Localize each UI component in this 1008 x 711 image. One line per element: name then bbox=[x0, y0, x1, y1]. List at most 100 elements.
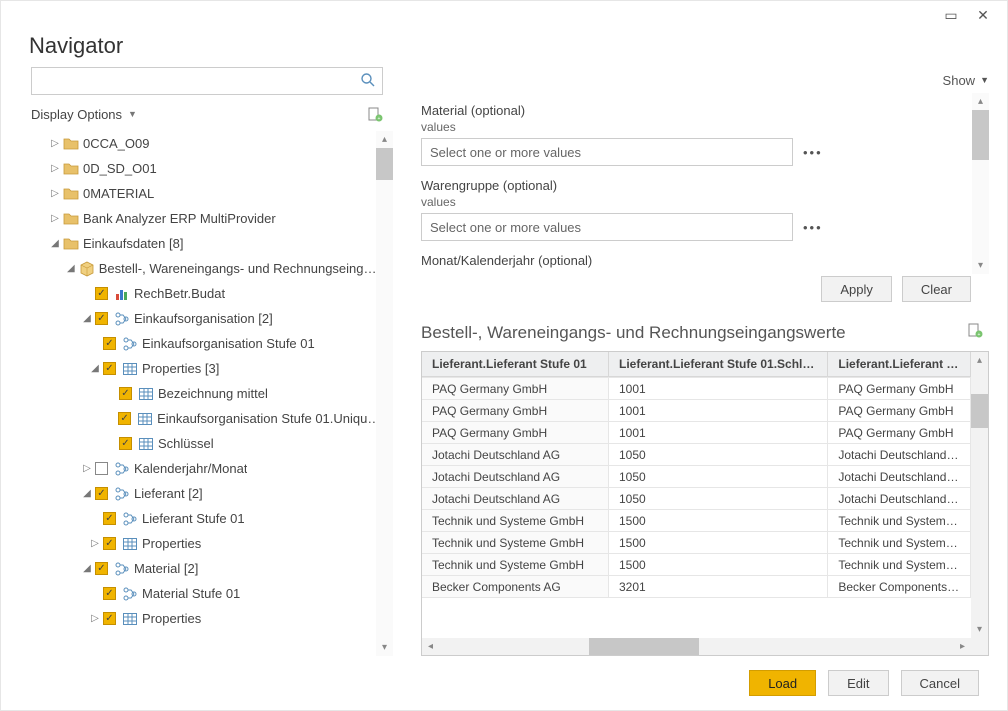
checkbox-icon[interactable]: ✓ bbox=[95, 312, 108, 325]
table-row[interactable]: PAQ Germany GmbH1001PAQ Germany GmbH bbox=[422, 400, 971, 422]
param-value-input[interactable]: Select one or more values bbox=[421, 138, 793, 166]
expand-icon[interactable]: ◢ bbox=[89, 363, 101, 374]
scroll-down-icon[interactable]: ▾ bbox=[376, 639, 393, 656]
tree-item[interactable]: ✓Schlüssel bbox=[31, 431, 383, 456]
checkbox-icon[interactable]: ✓ bbox=[103, 587, 116, 600]
table-row[interactable]: PAQ Germany GmbH1001PAQ Germany GmbH bbox=[422, 422, 971, 444]
tree-item[interactable]: ◢✓Material [2] bbox=[31, 556, 383, 581]
table-row[interactable]: Technik und Systeme GmbH1500Technik und … bbox=[422, 510, 971, 532]
tree-item[interactable]: ▷0D_SD_O01 bbox=[31, 156, 383, 181]
scroll-right-icon[interactable]: ▸ bbox=[954, 638, 971, 655]
tree-item[interactable]: ▷0MATERIAL bbox=[31, 181, 383, 206]
checkbox-icon[interactable]: ✓ bbox=[103, 512, 116, 525]
cancel-button[interactable]: Cancel bbox=[901, 670, 979, 696]
table-row[interactable]: Jotachi Deutschland AG1050Jotachi Deutsc… bbox=[422, 444, 971, 466]
checkbox-icon[interactable]: ✓ bbox=[103, 537, 116, 550]
object-tree[interactable]: ▷0CCA_O09▷0D_SD_O01▷0MATERIAL▷Bank Analy… bbox=[31, 131, 383, 631]
table-row[interactable]: Jotachi Deutschland AG1050Jotachi Deutsc… bbox=[422, 488, 971, 510]
scroll-thumb[interactable] bbox=[971, 394, 988, 428]
tree-item-label: Bezeichnung mittel bbox=[158, 386, 268, 401]
tree-item-label: Material Stufe 01 bbox=[142, 586, 240, 601]
tree-item[interactable]: ▷Kalenderjahr/Monat bbox=[31, 456, 383, 481]
table-row[interactable]: Technik und Systeme GmbH1500Technik und … bbox=[422, 554, 971, 576]
tree-item[interactable]: ▷✓Properties bbox=[31, 606, 383, 631]
tree-item[interactable]: ▷0CCA_O09 bbox=[31, 131, 383, 156]
tree-item[interactable]: ◢✓Einkaufsorganisation [2] bbox=[31, 306, 383, 331]
load-button[interactable]: Load bbox=[749, 670, 816, 696]
tree-item[interactable]: ✓ RechBetr.Budat bbox=[31, 281, 383, 306]
tree-item[interactable]: ▷ Bank Analyzer ERP MultiProvider bbox=[31, 206, 383, 231]
checkbox-icon[interactable]: ✓ bbox=[95, 487, 108, 500]
tree-item[interactable]: ▷✓Properties bbox=[31, 531, 383, 556]
expand-icon[interactable]: ▷ bbox=[49, 163, 61, 174]
apply-button[interactable]: Apply bbox=[821, 276, 892, 302]
new-query-icon[interactable]: + bbox=[367, 106, 383, 122]
scroll-left-icon[interactable]: ◂ bbox=[422, 638, 439, 655]
checkbox-icon[interactable]: ✓ bbox=[95, 562, 108, 575]
column-header[interactable]: Lieferant.Lieferant Stufe 01. bbox=[828, 352, 971, 376]
expand-icon[interactable]: ▷ bbox=[49, 138, 61, 149]
table-row[interactable]: PAQ Germany GmbH1001PAQ Germany GmbH bbox=[422, 378, 971, 400]
display-options-dropdown[interactable]: Display Options ▼ bbox=[31, 107, 137, 122]
expand-icon[interactable]: ▷ bbox=[49, 213, 61, 224]
table-row[interactable]: Technik und Systeme GmbH1500Technik und … bbox=[422, 532, 971, 554]
show-label: Show bbox=[943, 73, 976, 88]
expand-icon[interactable]: ◢ bbox=[81, 313, 93, 324]
scroll-thumb[interactable] bbox=[972, 110, 989, 160]
tree-item[interactable]: ✓Einkaufsorganisation Stufe 01.UniqueNa.… bbox=[31, 406, 383, 431]
scroll-thumb[interactable] bbox=[376, 148, 393, 180]
table-hscrollbar[interactable]: ◂ ▸ bbox=[422, 638, 971, 655]
expand-icon[interactable]: ◢ bbox=[49, 238, 61, 249]
tree-item[interactable]: ✓Einkaufsorganisation Stufe 01 bbox=[31, 331, 383, 356]
tree-item[interactable]: ◢✓Properties [3] bbox=[31, 356, 383, 381]
tree-item[interactable]: ✓ Material Stufe 01 bbox=[31, 581, 383, 606]
table-row[interactable]: Becker Components AG3201Becker Component… bbox=[422, 576, 971, 598]
window-close-button[interactable]: ✕ bbox=[967, 3, 999, 27]
tree-item[interactable]: ◢✓Lieferant [2] bbox=[31, 481, 383, 506]
table-row[interactable]: Jotachi Deutschland AG1050Jotachi Deutsc… bbox=[422, 466, 971, 488]
checkbox-icon[interactable] bbox=[95, 462, 108, 475]
expand-icon[interactable]: ▷ bbox=[89, 538, 101, 549]
folder-icon bbox=[63, 186, 79, 202]
tree-item[interactable]: ◢Bestell-, Wareneingangs- und Rechnungse… bbox=[31, 256, 383, 281]
ellipsis-button[interactable]: ••• bbox=[803, 145, 823, 160]
expand-icon[interactable]: ◢ bbox=[81, 488, 93, 499]
show-dropdown[interactable]: Show ▼ bbox=[943, 73, 989, 88]
window-restore-button[interactable]: ▭ bbox=[935, 3, 967, 27]
tree-item[interactable]: ✓ Bezeichnung mittel bbox=[31, 381, 383, 406]
clear-button[interactable]: Clear bbox=[902, 276, 971, 302]
checkbox-icon[interactable]: ✓ bbox=[95, 287, 108, 300]
scroll-up-icon[interactable]: ▴ bbox=[376, 131, 393, 148]
checkbox-icon[interactable]: ✓ bbox=[103, 362, 116, 375]
expand-icon[interactable]: ◢ bbox=[81, 563, 93, 574]
tree-item[interactable]: ✓Lieferant Stufe 01 bbox=[31, 506, 383, 531]
checkbox-icon[interactable]: ✓ bbox=[119, 387, 132, 400]
tree-item-label: RechBetr.Budat bbox=[134, 286, 225, 301]
expand-icon[interactable]: ▷ bbox=[81, 463, 93, 474]
search-input-container[interactable] bbox=[31, 67, 383, 95]
scroll-up-icon[interactable]: ▴ bbox=[972, 93, 989, 110]
scroll-down-icon[interactable]: ▾ bbox=[972, 257, 989, 274]
add-query-icon[interactable]: + bbox=[967, 322, 983, 343]
tree-item[interactable]: ◢Einkaufsdaten [8] bbox=[31, 231, 383, 256]
table-vscrollbar[interactable]: ▴ ▾ bbox=[971, 352, 988, 638]
checkbox-icon[interactable]: ✓ bbox=[103, 612, 116, 625]
checkbox-icon[interactable]: ✓ bbox=[103, 337, 116, 350]
column-header[interactable]: Lieferant.Lieferant Stufe 01 bbox=[422, 352, 608, 376]
params-scrollbar[interactable]: ▴ ▾ bbox=[972, 93, 989, 274]
tree-item-label: Bank Analyzer ERP MultiProvider bbox=[83, 211, 276, 226]
expand-icon[interactable]: ▷ bbox=[89, 613, 101, 624]
scroll-up-icon[interactable]: ▴ bbox=[971, 352, 988, 369]
search-input[interactable] bbox=[38, 74, 360, 89]
column-header[interactable]: Lieferant.Lieferant Stufe 01.Schlüssel bbox=[608, 352, 827, 376]
scroll-thumb[interactable] bbox=[589, 638, 699, 655]
edit-button[interactable]: Edit bbox=[828, 670, 888, 696]
expand-icon[interactable]: ◢ bbox=[65, 263, 77, 274]
scroll-down-icon[interactable]: ▾ bbox=[971, 621, 988, 638]
checkbox-icon[interactable]: ✓ bbox=[118, 412, 131, 425]
ellipsis-button[interactable]: ••• bbox=[803, 220, 823, 235]
param-value-input[interactable]: Select one or more values bbox=[421, 213, 793, 241]
tree-scrollbar[interactable]: ▴ ▾ bbox=[376, 131, 393, 656]
checkbox-icon[interactable]: ✓ bbox=[119, 437, 132, 450]
expand-icon[interactable]: ▷ bbox=[49, 188, 61, 199]
